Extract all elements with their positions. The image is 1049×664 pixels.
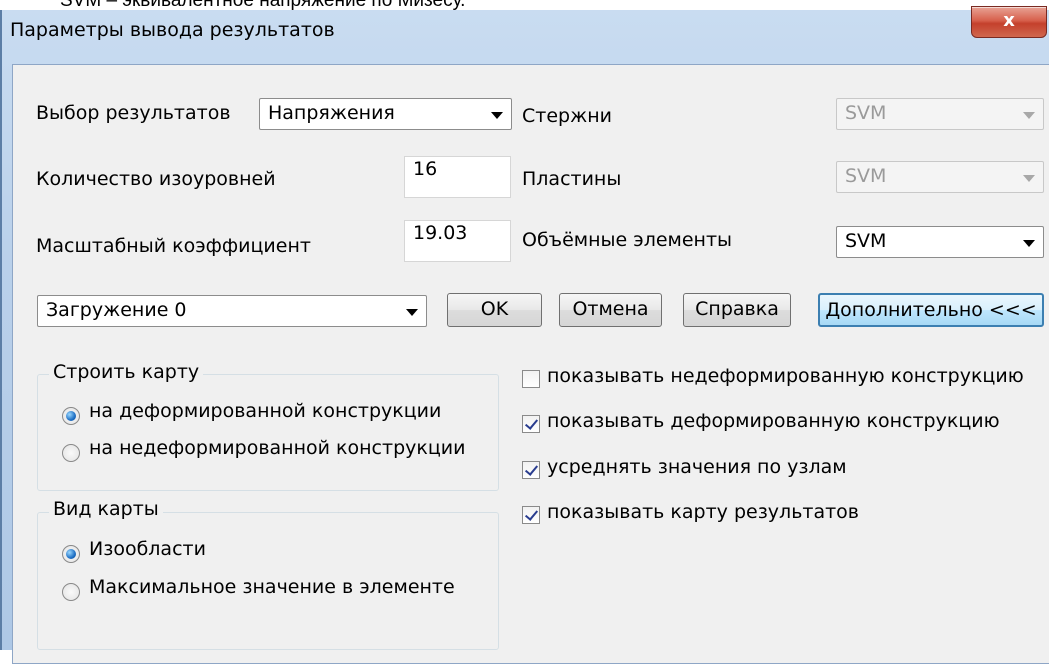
levels-input-value: 16 <box>413 158 438 180</box>
results-select[interactable]: Напряжения <box>259 98 512 130</box>
results-select-value: Напряжения <box>268 102 395 124</box>
volumes-select-value: SVM <box>845 230 887 252</box>
chevron-down-icon <box>1023 175 1035 182</box>
close-icon: x <box>1003 10 1015 31</box>
cancel-button[interactable]: Отмена <box>559 293 662 327</box>
rods-select[interactable]: SVM <box>836 98 1044 130</box>
chevron-down-icon <box>406 309 418 316</box>
radio-map-max-value-label: Максимальное значение в элементе <box>89 576 455 598</box>
volumes-select[interactable]: SVM <box>836 226 1044 258</box>
checkbox-average-nodes-label: усреднять значения по узлам <box>547 456 847 478</box>
close-button[interactable]: x <box>971 6 1047 38</box>
checkbox-average-nodes[interactable] <box>522 461 540 479</box>
scale-label: Масштабный коэффициент <box>36 235 311 257</box>
radio-map-isoareas-label: Изообласти <box>89 538 206 560</box>
radio-build-undeformed-label: на недеформированной конструкции <box>89 437 466 459</box>
chevron-down-icon <box>1023 240 1035 247</box>
build-map-group-title: Строить карту <box>49 361 204 383</box>
chevron-down-icon <box>1023 112 1035 119</box>
plates-label: Пластины <box>522 168 622 190</box>
radio-map-isoareas[interactable] <box>62 545 80 563</box>
levels-input[interactable]: 16 <box>404 156 511 198</box>
volumes-label: Объёмные элементы <box>522 229 733 251</box>
checkbox-show-results-map[interactable] <box>522 506 540 524</box>
build-map-group <box>37 374 499 491</box>
loading-select-value: Загружение 0 <box>46 299 187 321</box>
radio-build-deformed-label: на деформированной конструкции <box>89 400 442 422</box>
dialog-client-area: Выбор результатов Напряжения Стержни SVM… <box>12 64 1049 664</box>
levels-label: Количество изоуровней <box>36 168 276 190</box>
rods-label: Стержни <box>522 105 612 127</box>
rods-select-value: SVM <box>845 102 887 124</box>
loading-select[interactable]: Загружение 0 <box>37 295 427 327</box>
checkbox-show-undeformed[interactable] <box>522 370 540 388</box>
results-label: Выбор результатов <box>36 102 231 124</box>
scale-input-value: 19.03 <box>413 222 468 244</box>
ok-button[interactable]: OK <box>447 293 542 327</box>
checkbox-show-deformed-label: показывать деформированную конструкцию <box>547 410 1000 432</box>
checkbox-show-undeformed-label: показывать недеформированную конструкцию <box>547 365 1024 387</box>
radio-build-deformed[interactable] <box>62 407 80 425</box>
plates-select[interactable]: SVM <box>836 161 1044 193</box>
checkbox-show-deformed[interactable] <box>522 415 540 433</box>
checkbox-show-results-map-label: показывать карту результатов <box>547 501 859 523</box>
dialog-window: Параметры вывода результатов x Выбор рез… <box>0 6 1049 664</box>
more-button[interactable]: Дополнительно <<< <box>818 293 1044 327</box>
dialog-title: Параметры вывода результатов <box>10 19 335 41</box>
map-type-group-title: Вид карты <box>49 498 163 520</box>
radio-map-max-value[interactable] <box>62 583 80 601</box>
radio-build-undeformed[interactable] <box>62 444 80 462</box>
plates-select-value: SVM <box>845 165 887 187</box>
scale-input[interactable]: 19.03 <box>404 220 511 262</box>
help-button[interactable]: Справка <box>683 293 791 327</box>
chevron-down-icon <box>491 112 503 119</box>
